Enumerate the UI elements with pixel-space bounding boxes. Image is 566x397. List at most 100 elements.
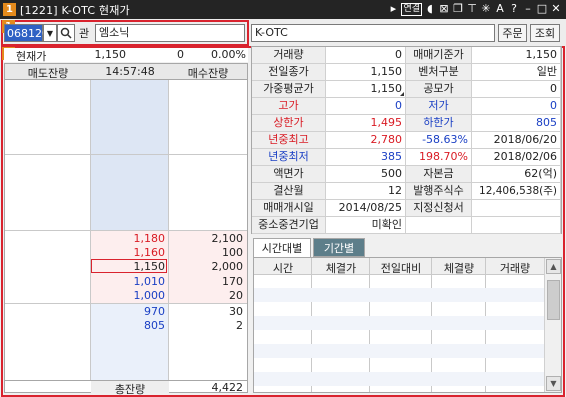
info-value: 198.70% bbox=[406, 149, 472, 166]
order-book: 매도잔량 14:57:48 매수잔량 1,180 2,100 1,160 100… bbox=[4, 63, 248, 396]
current-price-value: 1,150 bbox=[94, 48, 127, 61]
info-value: 500 bbox=[326, 166, 406, 183]
total-qty-label: 총잔량 bbox=[91, 381, 169, 396]
order-book-header: 매도잔량 14:57:48 매수잔량 bbox=[5, 64, 247, 80]
sell-row[interactable]: 1,180 2,100 bbox=[5, 232, 247, 245]
copy-icon[interactable]: ❐ bbox=[452, 2, 464, 16]
info-value: 2018/02/06 bbox=[472, 149, 561, 166]
info-value: 1,150 bbox=[472, 47, 561, 64]
col-price: 체결가 bbox=[325, 262, 357, 275]
info-value: 미확인 bbox=[326, 217, 406, 234]
title-bar: 1 [1221] K-OTC 현재가 ▸ 연결 ◖ ⊠ ❐ ⊤ ✳ A ? – … bbox=[0, 0, 566, 19]
mouse-icon[interactable]: ◖ bbox=[424, 2, 436, 16]
info-value: 12,406,538(주) bbox=[472, 183, 561, 200]
info-label: 벤처구분 bbox=[406, 64, 472, 81]
stock-name-field[interactable]: 엠소닉 bbox=[95, 24, 245, 42]
col-time: 시간 bbox=[272, 262, 294, 275]
buy-row[interactable]: 1,010 170 bbox=[5, 275, 247, 288]
order-book-footer: 총잔량 4,422 bbox=[5, 380, 247, 396]
stock-info-table: 거래량 0 매매기준가 1,150 전일종가 1,150 벤처구분 일반 가중평… bbox=[251, 46, 562, 234]
total-qty-value: 4,422 bbox=[211, 381, 244, 394]
sell-row-current[interactable]: 1,150 2,000 bbox=[5, 259, 247, 273]
info-value: 0 bbox=[326, 47, 406, 64]
mode-label[interactable]: 관 bbox=[75, 24, 93, 42]
info-label: 매매개시일 bbox=[252, 200, 326, 217]
current-price-label: 현재가 bbox=[16, 50, 47, 63]
info-value bbox=[472, 200, 561, 217]
book-time: 14:57:48 bbox=[105, 65, 155, 78]
chevron-down-icon: ▼ bbox=[46, 28, 54, 38]
info-value: 1,150 bbox=[326, 81, 406, 98]
link-icon[interactable]: 연결 bbox=[401, 2, 422, 16]
maximize-icon[interactable]: □ bbox=[536, 2, 548, 16]
info-value: 2018/06/20 bbox=[472, 132, 561, 149]
query-button[interactable]: 조회 bbox=[530, 24, 560, 42]
info-label: 지정신청서 bbox=[406, 200, 472, 217]
info-label: 년중최저 bbox=[252, 149, 326, 166]
info-label: 자본금 bbox=[406, 166, 472, 183]
stock-code-input[interactable]: 068120 bbox=[4, 24, 49, 42]
corner-marker-icon bbox=[400, 92, 404, 96]
info-value: 0 bbox=[472, 98, 561, 115]
sell-row[interactable]: 1,160 100 bbox=[5, 246, 247, 259]
window-title: [1221] K-OTC 현재가 bbox=[20, 3, 130, 17]
info-label: 상한가 bbox=[252, 115, 326, 132]
info-label: 발행주식수 bbox=[406, 183, 472, 200]
info-value: 12 bbox=[326, 183, 406, 200]
minimize-icon[interactable]: – bbox=[522, 2, 534, 16]
code-dropdown-button[interactable]: ▼ bbox=[43, 24, 57, 42]
info-value: 0 bbox=[326, 98, 406, 115]
info-label: 중소중견기업 bbox=[252, 217, 326, 234]
search-button[interactable] bbox=[57, 24, 75, 42]
info-label: 공모가 bbox=[406, 81, 472, 98]
price-change: 0 bbox=[177, 48, 184, 61]
info-label: 결산월 bbox=[252, 183, 326, 200]
buy-row[interactable]: 1,000 20 bbox=[5, 289, 247, 302]
col-change: 전일대비 bbox=[380, 262, 422, 275]
spark-icon[interactable]: ✳ bbox=[480, 2, 492, 16]
trade-table-header: 시간 체결가 전일대비 체결량 거래량 bbox=[254, 258, 544, 275]
col-total-volume: 거래량 bbox=[499, 262, 531, 275]
window-badge: 1 bbox=[3, 3, 16, 16]
buy-row[interactable]: 805 2 bbox=[5, 319, 247, 332]
help-icon[interactable]: ? bbox=[508, 2, 520, 16]
font-icon[interactable]: A bbox=[494, 2, 506, 16]
mid-column-shade bbox=[91, 80, 169, 230]
vertical-scrollbar[interactable]: ▲ ▼ bbox=[544, 258, 561, 392]
info-value: 62(억) bbox=[472, 166, 561, 183]
info-value: 385 bbox=[326, 149, 406, 166]
tab-by-period[interactable]: 기간별 bbox=[313, 238, 365, 257]
info-label: 거래량 bbox=[252, 47, 326, 64]
info-label: 저가 bbox=[406, 98, 472, 115]
close-icon[interactable]: ✕ bbox=[550, 2, 562, 16]
order-button[interactable]: 주문 bbox=[498, 24, 527, 42]
col-volume: 체결량 bbox=[443, 262, 475, 275]
info-value: 1,150 bbox=[326, 64, 406, 81]
info-label: 가중평균가 bbox=[252, 81, 326, 98]
play-icon[interactable]: ▸ bbox=[387, 2, 399, 16]
scroll-up-icon[interactable]: ▲ bbox=[546, 259, 561, 274]
buy-row[interactable]: 970 30 bbox=[5, 305, 247, 318]
info-value: 0 bbox=[472, 81, 561, 98]
grid-icon[interactable]: ⊠ bbox=[438, 2, 450, 16]
pin-icon[interactable]: ⊤ bbox=[466, 2, 478, 16]
scroll-down-icon[interactable]: ▼ bbox=[546, 376, 561, 391]
info-value: 805 bbox=[472, 115, 561, 132]
info-value: 2014/08/25 bbox=[326, 200, 406, 217]
change-rate: 0.00% bbox=[211, 48, 246, 61]
info-label: 년중최고 bbox=[252, 132, 326, 149]
info-value: 2,780 bbox=[326, 132, 406, 149]
info-label: 하한가 bbox=[406, 115, 472, 132]
info-label: 액면가 bbox=[252, 166, 326, 183]
search-icon bbox=[60, 27, 72, 39]
current-price-strip: 현재가 1,150 0 0.00% bbox=[4, 48, 248, 63]
tab-by-time[interactable]: 시간대별 bbox=[253, 238, 311, 257]
scroll-thumb[interactable] bbox=[547, 280, 560, 320]
info-value: 일반 bbox=[472, 64, 561, 81]
info-value: 1,495 bbox=[326, 115, 406, 132]
info-label: 매매기준가 bbox=[406, 47, 472, 64]
trade-table: 시간 체결가 전일대비 체결량 거래량 ▲ ▼ bbox=[253, 257, 562, 393]
market-field: K-OTC bbox=[251, 24, 495, 42]
info-label: 전일종가 bbox=[252, 64, 326, 81]
info-label: 고가 bbox=[252, 98, 326, 115]
